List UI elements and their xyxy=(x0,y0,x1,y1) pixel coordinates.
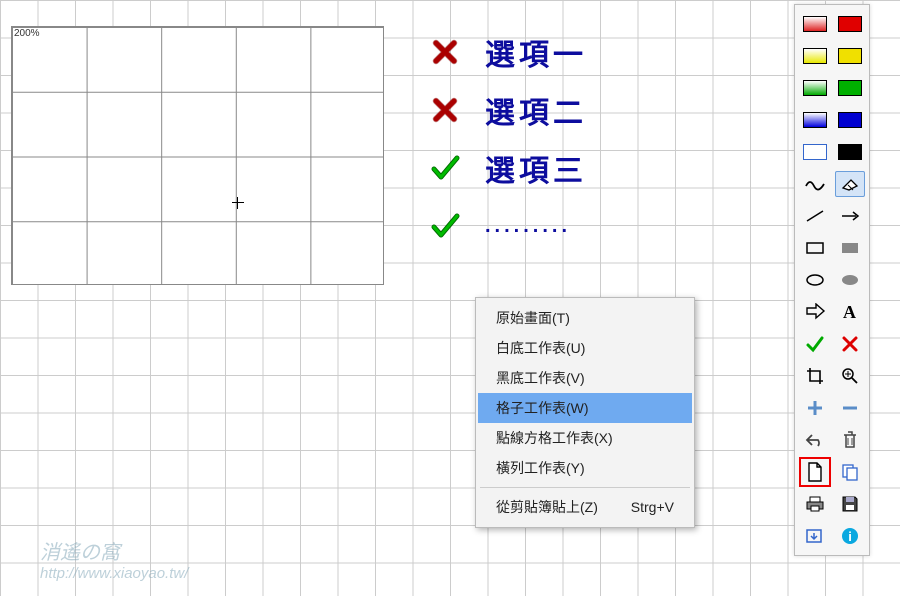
menu-item-lined[interactable]: 橫列工作表(Y) xyxy=(478,453,692,483)
check-icon xyxy=(425,153,465,183)
option-row: 選項二 xyxy=(425,90,587,130)
info-tool[interactable]: i xyxy=(835,523,865,549)
menu-label: 白底工作表(U) xyxy=(496,338,585,358)
trash-tool[interactable] xyxy=(835,427,865,453)
menu-label: 從剪貼簿貼上(Z) xyxy=(496,497,598,517)
copy-tool[interactable] xyxy=(835,459,865,485)
eraser-tool[interactable] xyxy=(835,171,865,197)
worksheet-frame[interactable]: 200% xyxy=(11,26,384,285)
cross-icon xyxy=(425,39,465,65)
add-tool[interactable] xyxy=(800,395,830,421)
swatch-yellow[interactable] xyxy=(835,43,865,69)
menu-label: 原始畫面(T) xyxy=(496,308,570,328)
ellipse-outline-tool[interactable] xyxy=(800,267,830,293)
menu-label: 格子工作表(W) xyxy=(496,398,589,418)
line-tool[interactable] xyxy=(800,203,830,229)
zoom-in-tool[interactable] xyxy=(835,363,865,389)
zoom-level: 200% xyxy=(14,28,40,39)
option-row: ......... xyxy=(425,206,587,246)
menu-item-dotgrid[interactable]: 點線方格工作表(X) xyxy=(478,423,692,453)
swatch-grad-yellow[interactable] xyxy=(800,43,830,69)
menu-shortcut: Strg+V xyxy=(631,499,674,515)
menu-label: 點線方格工作表(X) xyxy=(496,428,613,448)
option-row: 選項一 xyxy=(425,32,587,72)
save-tool[interactable] xyxy=(835,491,865,517)
rect-outline-tool[interactable] xyxy=(800,235,830,261)
crosshair-cursor xyxy=(232,197,244,209)
swatch-grad-blue[interactable] xyxy=(800,107,830,133)
text-tool[interactable]: A xyxy=(835,299,865,325)
option-label: 選項三 xyxy=(485,146,587,190)
ellipse-filled-tool[interactable] xyxy=(835,267,865,293)
check-icon xyxy=(425,211,465,241)
check-stamp-tool[interactable] xyxy=(800,331,830,357)
rect-filled-tool[interactable] xyxy=(835,235,865,261)
menu-item-white[interactable]: 白底工作表(U) xyxy=(478,333,692,363)
freehand-tool[interactable] xyxy=(800,171,830,197)
print-tool[interactable] xyxy=(800,491,830,517)
undo-tool[interactable] xyxy=(800,427,830,453)
arrow-tool[interactable] xyxy=(835,203,865,229)
swatch-green[interactable] xyxy=(835,75,865,101)
export-tool[interactable] xyxy=(800,523,830,549)
remove-tool[interactable] xyxy=(835,395,865,421)
watermark-title: 消遙の窩 xyxy=(40,536,188,565)
option-row: 選項三 xyxy=(425,148,587,188)
menu-item-black[interactable]: 黑底工作表(V) xyxy=(478,363,692,393)
watermark-url: http://www.xiaoyao.tw/ xyxy=(40,565,188,582)
big-arrow-tool[interactable] xyxy=(800,299,830,325)
option-label: ......... xyxy=(485,215,571,238)
swatch-grad-red[interactable] xyxy=(800,11,830,37)
swatch-grad-green[interactable] xyxy=(800,75,830,101)
menu-label: 橫列工作表(Y) xyxy=(496,458,585,478)
swatch-white[interactable] xyxy=(800,139,830,165)
crop-tool[interactable] xyxy=(800,363,830,389)
option-label: 選項二 xyxy=(485,88,587,132)
options-list: 選項一 選項二 選項三 ......... xyxy=(425,32,587,264)
svg-text:i: i xyxy=(848,529,852,544)
swatch-red[interactable] xyxy=(835,11,865,37)
menu-label: 黑底工作表(V) xyxy=(496,368,585,388)
option-label: 選項一 xyxy=(485,30,587,74)
swatch-blue[interactable] xyxy=(835,107,865,133)
menu-item-grid[interactable]: 格子工作表(W) xyxy=(478,393,692,423)
new-document-tool[interactable] xyxy=(799,457,831,487)
menu-item-paste[interactable]: 從剪貼簿貼上(Z) Strg+V xyxy=(478,492,692,522)
menu-separator xyxy=(480,487,690,488)
watermark: 消遙の窩 http://www.xiaoyao.tw/ xyxy=(40,536,188,582)
context-menu: 原始畫面(T) 白底工作表(U) 黑底工作表(V) 格子工作表(W) 點線方格工… xyxy=(475,297,695,528)
cross-icon xyxy=(425,97,465,123)
tool-palette: A i xyxy=(794,4,870,556)
cross-stamp-tool[interactable] xyxy=(835,331,865,357)
menu-item-original[interactable]: 原始畫面(T) xyxy=(478,303,692,333)
swatch-black[interactable] xyxy=(835,139,865,165)
